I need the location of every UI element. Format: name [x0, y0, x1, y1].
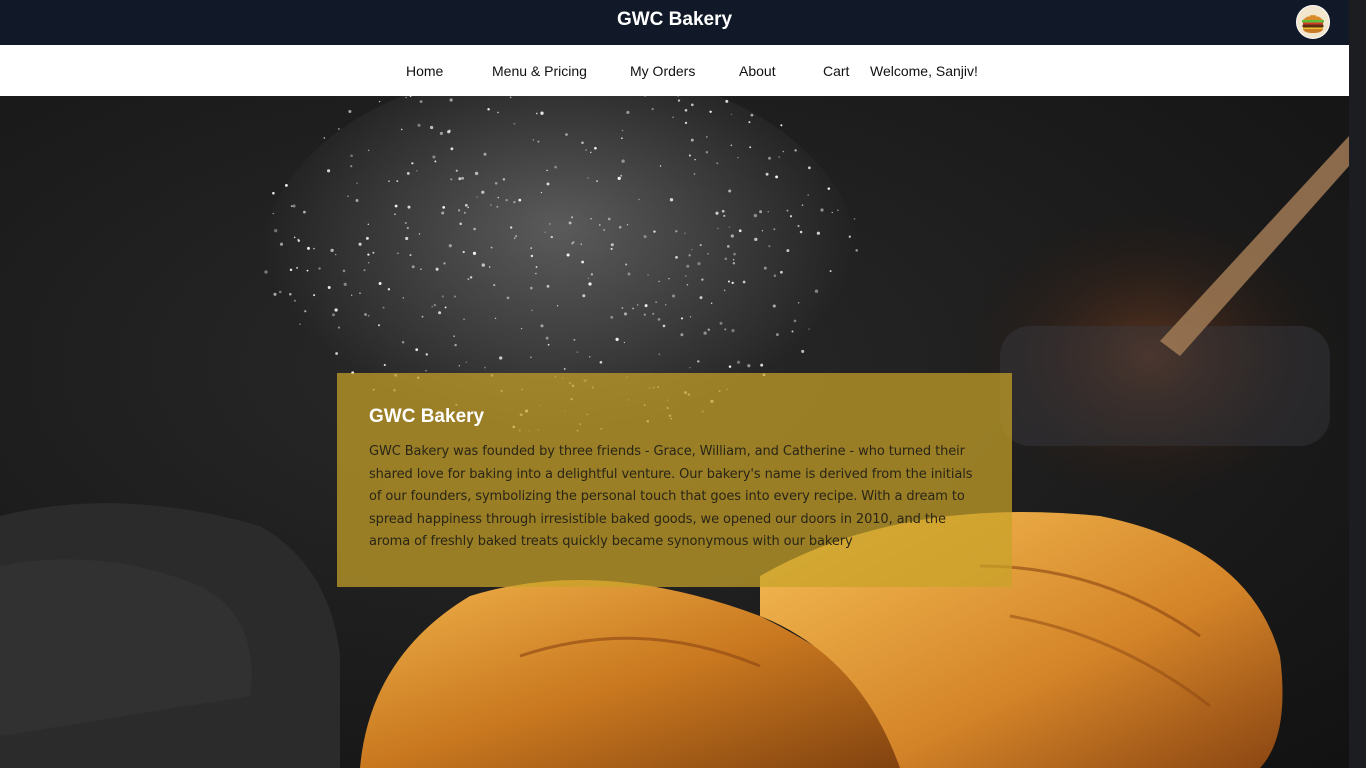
about-card: GWC Bakery GWC Bakery was founded by thr… — [337, 373, 1012, 587]
nav-home[interactable]: Home — [406, 45, 443, 96]
nav-about[interactable]: About — [739, 45, 776, 96]
about-title: GWC Bakery — [369, 406, 485, 427]
page: GWC Bakery Home Menu & Pricing My Orders… — [0, 0, 1349, 768]
nav-my-orders[interactable]: My Orders — [630, 45, 695, 96]
brand-title: GWC Bakery — [616, 9, 733, 30]
nav-cart[interactable]: Cart — [823, 45, 849, 96]
burger-icon[interactable] — [1296, 5, 1330, 39]
about-text: GWC Bakery was founded by three friends … — [369, 444, 973, 550]
hero-section: GWC Bakery GWC Bakery was founded by thr… — [0, 96, 1349, 768]
nav-menu-pricing[interactable]: Menu & Pricing — [492, 45, 587, 96]
main-nav: Home Menu & Pricing My Orders About Cart… — [0, 45, 1349, 96]
welcome-text: Welcome, Sanjiv! — [870, 63, 978, 79]
top-bar: GWC Bakery — [0, 0, 1349, 45]
